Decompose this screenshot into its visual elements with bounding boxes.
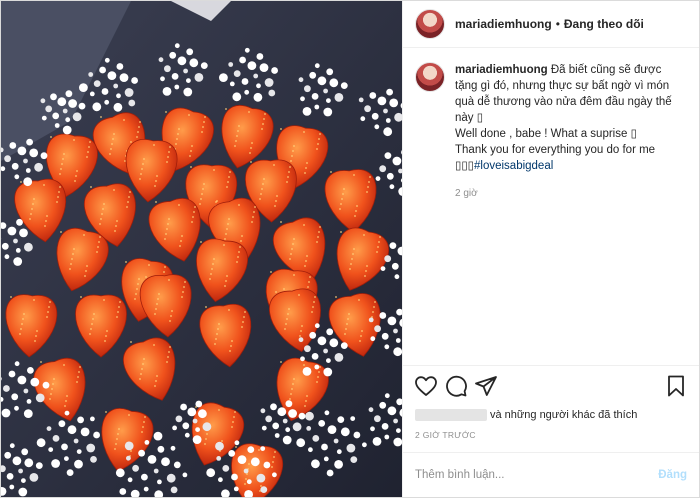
add-comment-bar: Thêm bình luận... Đăng bbox=[403, 452, 699, 497]
heart-icon[interactable] bbox=[414, 374, 438, 398]
post-sidebar: mariadiemhuong • Đang theo dõi mariadiem… bbox=[402, 1, 699, 497]
caption: mariadiemhuong Đã biết cũng sẽ được tặng… bbox=[455, 62, 683, 202]
post-timestamp: 2 GIỜ TRƯỚC bbox=[415, 430, 476, 440]
comment-icon[interactable] bbox=[444, 374, 468, 398]
post-comment-button[interactable]: Đăng bbox=[658, 469, 687, 481]
likes-row: và những người khác đã thích bbox=[403, 406, 699, 424]
strawberry-bouquet-image bbox=[1, 1, 402, 497]
caption-avatar[interactable] bbox=[415, 62, 445, 92]
bookmark-icon[interactable] bbox=[664, 374, 688, 398]
likes-text[interactable]: và những người khác đã thích bbox=[490, 409, 637, 421]
action-bar bbox=[403, 365, 699, 406]
caption-emoji-boxes: ▯▯▯ bbox=[455, 160, 474, 172]
caption-text-3: Thank you for everything you do for me bbox=[455, 144, 656, 156]
comment-input[interactable]: Thêm bình luận... bbox=[415, 469, 658, 481]
caption-text-2: Well done , babe ! What a suprise bbox=[455, 128, 631, 140]
share-icon[interactable] bbox=[474, 374, 498, 398]
caption-hashtag[interactable]: #loveisabigdeal bbox=[474, 160, 553, 172]
post-header: mariadiemhuong • Đang theo dõi bbox=[403, 1, 699, 48]
instagram-post: mariadiemhuong • Đang theo dõi mariadiem… bbox=[0, 0, 700, 498]
caption-time: 2 giờ bbox=[455, 188, 478, 199]
caption-section: mariadiemhuong Đã biết cũng sẽ được tặng… bbox=[403, 48, 699, 365]
header-separator: • bbox=[555, 17, 560, 31]
liker-names-redacted bbox=[415, 409, 487, 421]
caption-emoji-box: ▯ bbox=[630, 128, 637, 140]
follow-status-button[interactable]: Đang theo dõi bbox=[564, 17, 644, 31]
avatar[interactable] bbox=[415, 9, 445, 39]
post-photo[interactable] bbox=[1, 1, 402, 497]
caption-emoji-box: ▯ bbox=[476, 112, 484, 124]
caption-username[interactable]: mariadiemhuong bbox=[455, 64, 548, 76]
header-username[interactable]: mariadiemhuong bbox=[455, 17, 552, 31]
